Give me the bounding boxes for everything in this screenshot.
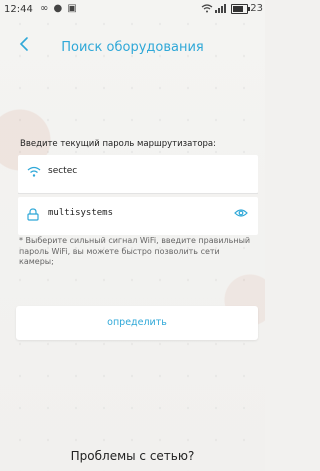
password-prompt: Введите текущий пароль маршрутизатора: (20, 139, 217, 149)
signal-icon (215, 4, 229, 13)
password-value: multisystems (48, 208, 114, 218)
wifi-status-icon (201, 4, 213, 13)
battery-level: 23 (250, 3, 263, 14)
wifi-hint: * Выберите сильный сигнал WiFi, введите … (19, 236, 251, 266)
ssid-field[interactable]: sectec (18, 155, 258, 193)
nav-bar: Поиск оборудования (0, 34, 265, 62)
page-title: Поиск оборудования (61, 40, 204, 55)
lock-icon (27, 208, 43, 222)
show-password-icon[interactable] (234, 208, 250, 222)
confirm-button[interactable]: определить (16, 306, 258, 340)
status-time: 12:44 (4, 4, 33, 15)
ssid-value: sectec (48, 166, 78, 176)
wifi-icon (27, 166, 43, 180)
screen: 12:44 ∞ ● ▣ 23 Поиск оборудования Введит… (0, 0, 265, 471)
network-problem-link[interactable]: Проблемы с сетью? (0, 449, 265, 463)
password-field[interactable]: multisystems (18, 197, 258, 235)
battery-icon (231, 3, 251, 14)
status-left-icons: ∞ ● ▣ (40, 3, 78, 14)
status-bar: 12:44 ∞ ● ▣ 23 (0, 0, 265, 20)
field-divider (18, 193, 258, 194)
status-right: 23 (201, 3, 263, 14)
